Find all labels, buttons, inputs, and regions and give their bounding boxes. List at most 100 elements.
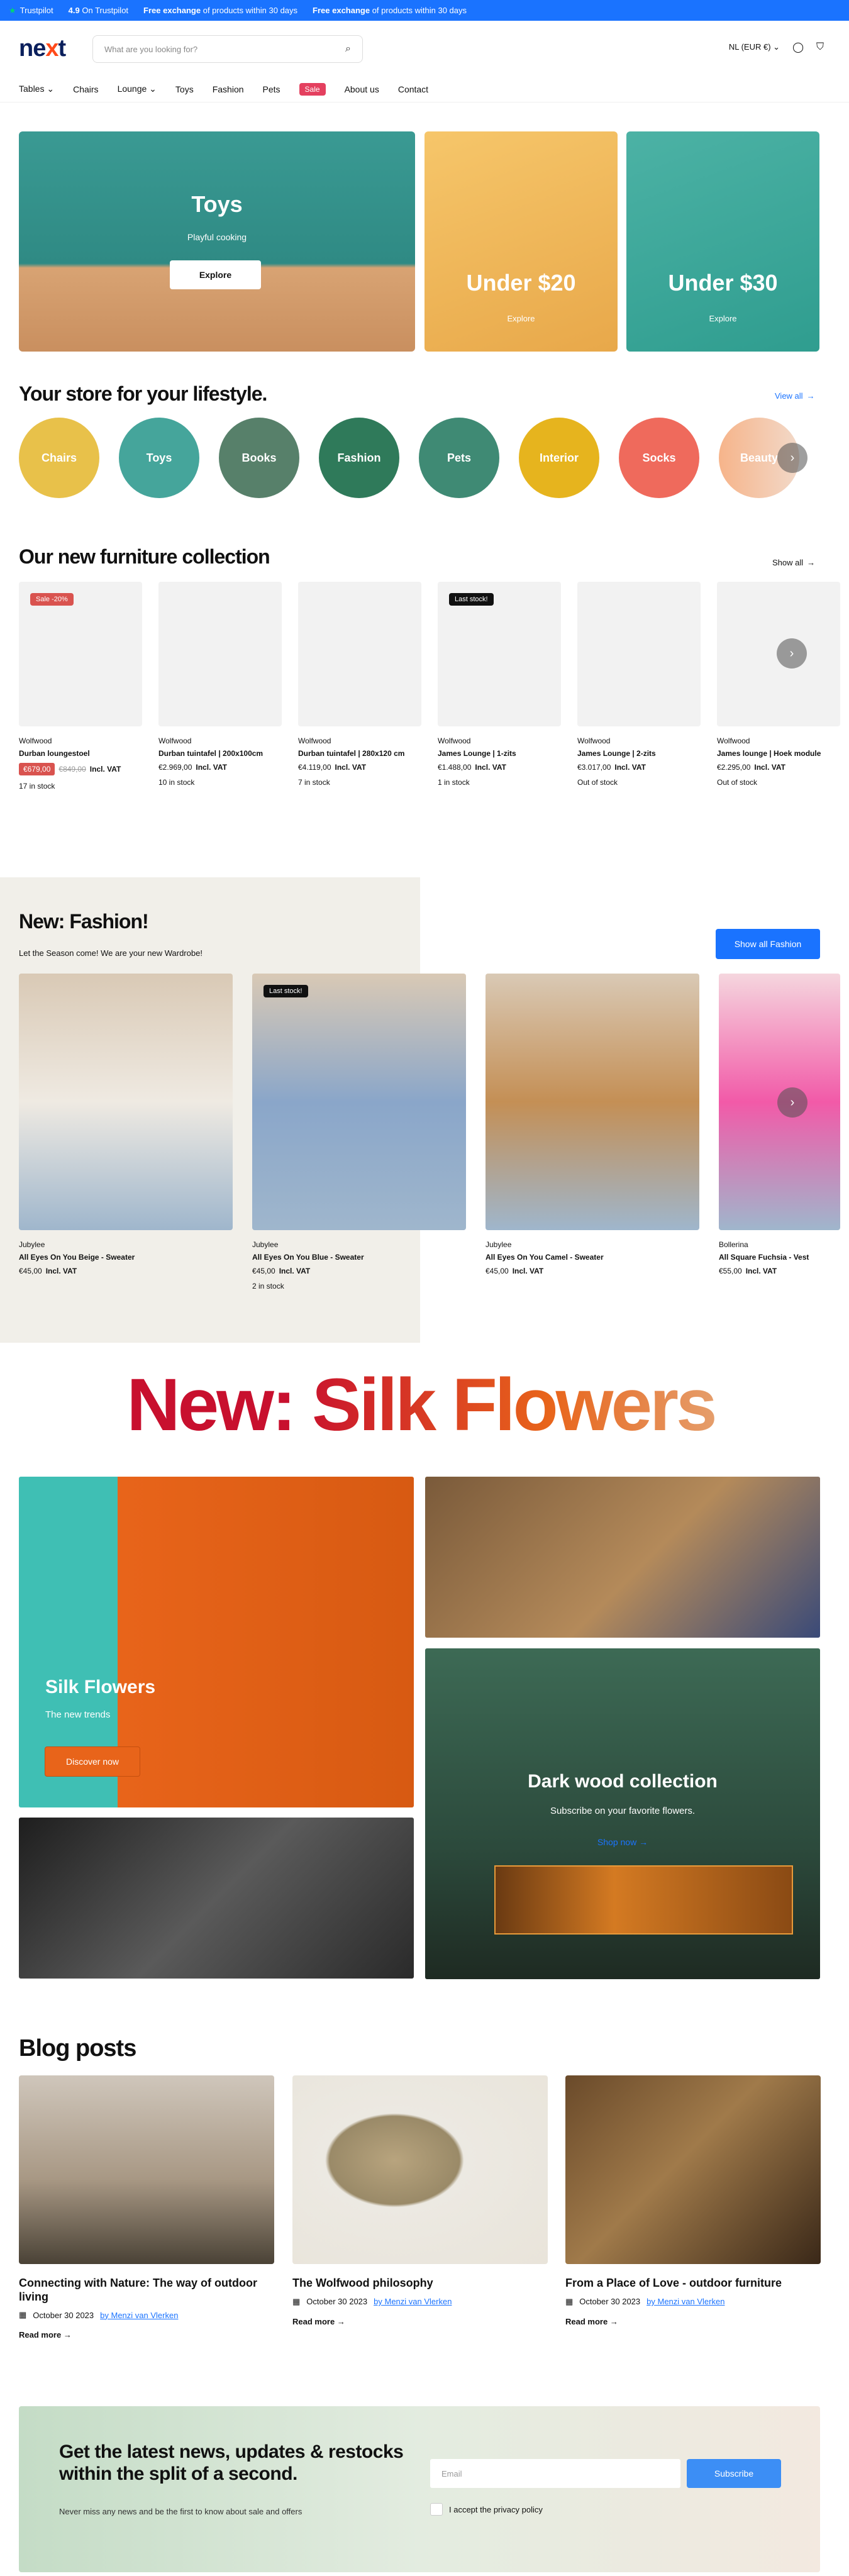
discover-now-button[interactable]: Discover now [45,1747,140,1776]
locale-selector[interactable]: NL (EUR €) ⌄ [729,42,780,52]
hero-under-20-explore[interactable]: Explore [425,314,618,323]
dark-wood-shop-link[interactable]: Shop now → [425,1837,820,1847]
cart-icon[interactable]: ⛉ [816,42,824,53]
product-stock: 1 in stock [438,778,470,787]
fashion-product-card[interactable]: Jubylee All Eyes On You Beige - Sweater … [19,974,233,1275]
hero-under-30[interactable]: Under $30 Explore [626,131,819,352]
newsletter-subtitle: Never miss any news and be the first to … [59,2507,302,2516]
nav-lounge[interactable]: Lounge ⌄ [118,84,157,94]
privacy-checkbox-row[interactable]: I accept the privacy policy [430,2503,543,2516]
blog-post-title[interactable]: From a Place of Love - outdoor furniture [565,2277,821,2290]
site-header: next What are you looking for? ⌕ NL (EUR … [0,21,849,76]
blog-post-card[interactable]: From a Place of Love - outdoor furniture… [565,2075,821,2326]
lifestyle-view-all[interactable]: View all → [775,391,815,401]
blog-post-title[interactable]: Connecting with Nature: The way of outdo… [19,2277,274,2304]
fashion-product-card[interactable]: Jubylee All Eyes On You Camel - Sweater … [486,974,699,1275]
carousel-next-icon[interactable]: › [777,1087,807,1118]
product-card[interactable]: Sale -20% Wolfwood Durban loungestoel €6… [19,582,142,791]
hero-toys[interactable]: Toys Playful cooking Explore [19,131,415,352]
privacy-checkbox[interactable] [430,2503,443,2516]
hero-under-20[interactable]: Under $20 Explore [425,131,618,352]
nav-tables[interactable]: Tables ⌄ [19,84,54,94]
product-image[interactable] [19,974,233,1230]
product-brand: Wolfwood [298,736,331,745]
nav-chairs[interactable]: Chairs [73,84,98,94]
category-fashion[interactable]: Fashion [319,418,399,498]
product-name[interactable]: Durban loungestoel [19,749,142,758]
carousel-next-icon[interactable]: › [777,638,807,669]
hero-under-30-explore[interactable]: Explore [626,314,819,323]
read-more-link[interactable]: Read more → [292,2317,548,2326]
read-more-link[interactable]: Read more → [565,2317,821,2326]
nav-contact[interactable]: Contact [398,84,428,94]
category-interior[interactable]: Interior [519,418,599,498]
nav-sale[interactable]: Sale [299,82,326,96]
promo-message-1: Free exchange of products within 30 days [143,6,298,15]
product-stock: 2 in stock [252,1282,284,1291]
calendar-icon: ▦ [19,2310,27,2320]
carousel-next-icon[interactable]: › [777,443,807,473]
product-price: €55,00 Incl. VAT [719,1267,777,1275]
nav-fashion[interactable]: Fashion [213,84,244,94]
product-image[interactable] [298,582,421,726]
product-image[interactable]: Last stock! [252,974,466,1230]
user-icon[interactable]: ◯ [792,41,804,53]
subscribe-button[interactable]: Subscribe [687,2459,781,2488]
blog-image[interactable] [19,2075,274,2264]
category-books[interactable]: Books [219,418,299,498]
fashion-product-card[interactable]: Bollerina All Square Fuchsia - Vest €55,… [719,974,840,1275]
search-icon[interactable]: ⌕ [345,43,351,55]
product-name[interactable]: James lounge | Hoek module [717,749,840,758]
product-name[interactable]: All Square Fuchsia - Vest [719,1253,840,1262]
calendar-icon: ▦ [292,2296,301,2306]
product-card[interactable]: Wolfwood James Lounge | 2-zits €3.017,00… [577,582,701,787]
nav-about[interactable]: About us [345,84,379,94]
read-more-link[interactable]: Read more → [19,2330,274,2340]
product-image[interactable] [486,974,699,1230]
product-name[interactable]: All Eyes On You Beige - Sweater [19,1253,233,1262]
blog-post-card[interactable]: The Wolfwood philosophy ▦ October 30 2023… [292,2075,548,2326]
category-chairs[interactable]: Chairs [19,418,99,498]
blog-meta: ▦ October 30 2023 by Menzi van Vlerken [565,2296,725,2307]
search-input[interactable]: What are you looking for? ⌕ [92,35,363,63]
blog-image[interactable] [565,2075,821,2264]
product-name[interactable]: All Eyes On You Blue - Sweater [252,1253,466,1262]
product-name[interactable]: Durban tuintafel | 280x120 cm [298,749,421,758]
product-brand: Wolfwood [438,736,471,745]
show-all-fashion-button[interactable]: Show all Fashion [716,929,820,959]
category-toys[interactable]: Toys [119,418,199,498]
product-name[interactable]: Durban tuintafel | 200x100cm [158,749,282,758]
dark-vase-image[interactable] [19,1818,414,1979]
logo[interactable]: next [19,35,66,62]
product-card[interactable]: Last stock! Wolfwood James Lounge | 1-zi… [438,582,561,787]
category-socks[interactable]: Socks [619,418,699,498]
dried-flowers-image[interactable] [425,1477,820,1638]
trustpilot[interactable]: ★ Trustpilot [9,6,53,16]
dark-wood-collection-card[interactable]: Dark wood collection Subscribe on your f… [425,1648,820,1979]
product-name[interactable]: James Lounge | 2-zits [577,749,701,758]
blog-post-title[interactable]: The Wolfwood philosophy [292,2277,548,2290]
product-brand: Jubylee [252,1240,279,1249]
furniture-show-all[interactable]: Show all → [772,558,815,567]
fashion-product-card[interactable]: Last stock! Jubylee All Eyes On You Blue… [252,974,466,1291]
product-image[interactable]: Last stock! [438,582,561,726]
blog-image[interactable] [292,2075,548,2264]
blog-post-card[interactable]: Connecting with Nature: The way of outdo… [19,2075,274,2340]
product-image[interactable] [577,582,701,726]
product-image[interactable] [158,582,282,726]
product-name[interactable]: All Eyes On You Camel - Sweater [486,1253,699,1262]
hero-toys-explore-button[interactable]: Explore [170,260,261,289]
product-card[interactable]: Wolfwood James lounge | Hoek module €2.2… [717,582,840,787]
product-card[interactable]: Wolfwood Durban tuintafel | 200x100cm €2… [158,582,282,787]
product-price: €1.488,00 Incl. VAT [438,763,506,772]
nav-toys[interactable]: Toys [175,84,194,94]
product-image[interactable]: Sale -20% [19,582,142,726]
silk-flowers-card[interactable]: Silk Flowers The new trends Discover now [19,1477,414,1807]
product-price: €4.119,00 Incl. VAT [298,763,367,772]
category-pets[interactable]: Pets [419,418,499,498]
product-name[interactable]: James Lounge | 1-zits [438,749,561,758]
nav-pets[interactable]: Pets [263,84,280,94]
product-price: €45,00 Incl. VAT [486,1267,544,1275]
email-field[interactable]: Email [430,2459,680,2488]
product-card[interactable]: Wolfwood Durban tuintafel | 280x120 cm €… [298,582,421,787]
